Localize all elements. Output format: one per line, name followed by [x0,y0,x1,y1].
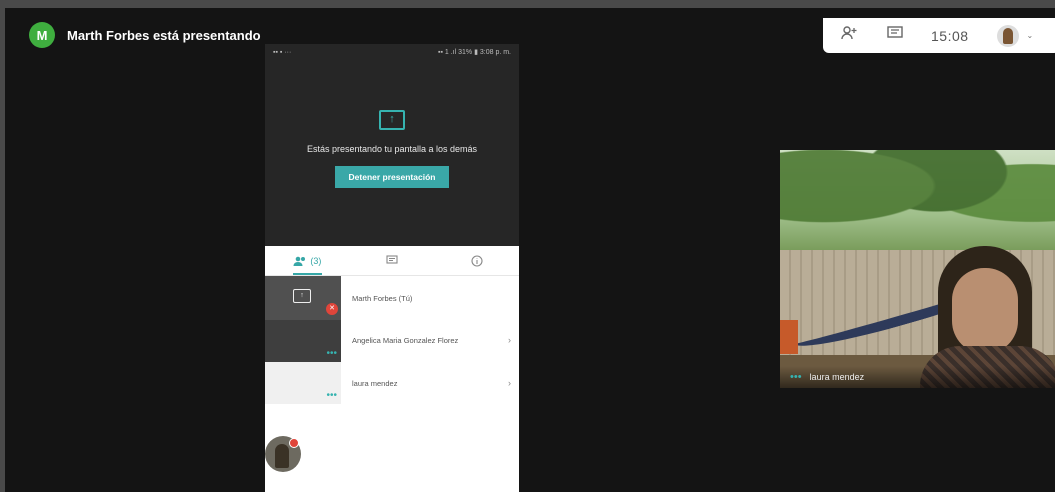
notification-badge [289,438,299,448]
stop-presenting-button[interactable]: Detener presentación [334,166,450,188]
participant-name[interactable]: laura mendez [352,379,397,388]
chat-icon[interactable] [887,26,903,45]
info-icon [471,254,483,267]
presenter-banner: M Marth Forbes está presentando [29,22,261,48]
presenter-avatar: M [29,22,55,48]
video-participant-name: laura mendez [809,372,865,382]
video-plant-pot [780,320,798,354]
participant-thumb[interactable]: ↑ ✕ [265,276,341,320]
meeting-stage: M Marth Forbes está presentando 15:08 ⌄ … [5,8,1055,492]
presenter-text: Marth Forbes está presentando [67,27,261,43]
tab-people[interactable]: (3) [265,246,350,275]
status-right: ▪▪ 1 .ıl 31% ▮ 3:08 p. m. [437,49,511,56]
tab-info[interactable] [434,246,519,275]
participant-name[interactable]: Angelica Maria Gonzalez Florez [352,336,458,345]
share-panel: ↑ Estás presentando tu pantalla a los de… [265,60,519,246]
top-right-tray: 15:08 ⌄ [823,18,1055,53]
video-name-bar: ••• laura mendez [780,366,1055,388]
participant-face [952,268,1018,354]
participant-name[interactable]: Marth Forbes (Tú) [352,294,412,303]
participant-thumb[interactable]: ••• [265,320,341,362]
present-screen-icon: ↑ [379,110,405,130]
participant-thumb[interactable]: ••• [265,362,341,404]
participant-list: ↑ ✕ ••• ••• Marth Forbes (Tú) Angelica M… [265,276,519,492]
mic-off-icon: ✕ [326,303,338,315]
phone-tabs: (3) [265,246,519,276]
people-icon[interactable] [841,26,859,45]
participant-video-tile[interactable]: ••• laura mendez [780,150,1055,388]
people-count: (3) [310,255,322,266]
chevron-down-icon[interactable]: ⌄ [1027,31,1034,40]
phone-status-bar: ▪▪ ▪ ··· ▪▪ 1 .ıl 31% ▮ 3:08 p. m. [265,44,519,60]
chevron-right-icon[interactable]: › [508,378,511,388]
people-icon [293,256,306,266]
shared-phone-screen: ▪▪ ▪ ··· ▪▪ 1 .ıl 31% ▮ 3:08 p. m. ↑ Est… [265,44,519,492]
present-screen-icon: ↑ [293,289,311,303]
chevron-right-icon[interactable]: › [508,335,511,345]
chat-icon [386,255,398,264]
self-avatar[interactable] [996,24,1019,47]
status-left: ▪▪ ▪ ··· [273,48,292,56]
clock-time: 15:08 [931,27,969,44]
more-options-icon[interactable]: ••• [326,390,337,401]
tab-chat[interactable] [350,246,435,275]
more-options-icon[interactable]: ••• [326,348,337,359]
more-options-icon[interactable]: ••• [790,371,802,383]
share-message: Estás presentando tu pantalla a los demá… [306,144,478,154]
